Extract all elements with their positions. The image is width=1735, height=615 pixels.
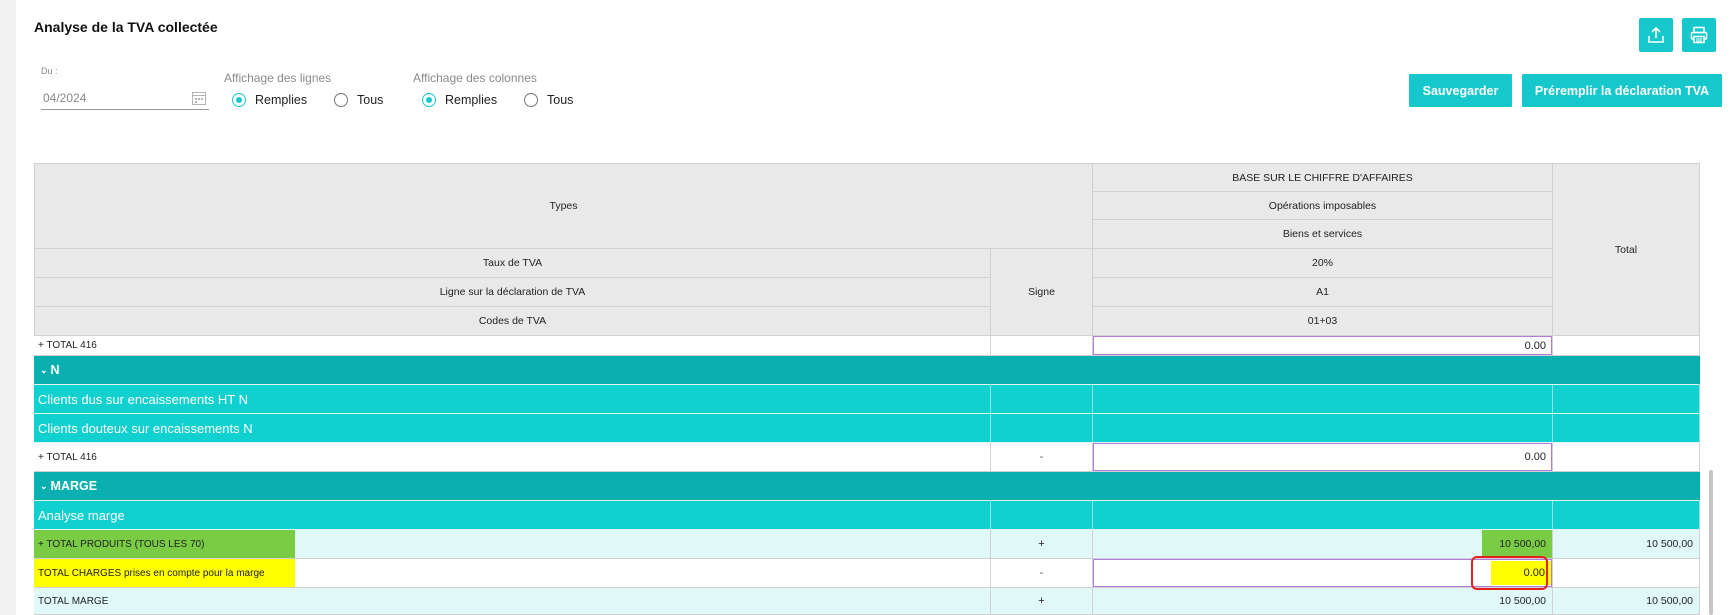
row-signe: - xyxy=(991,559,1093,588)
print-button[interactable] xyxy=(1682,18,1716,52)
radio-checked-icon xyxy=(232,93,246,107)
subsection-fill xyxy=(991,414,1093,443)
printer-icon xyxy=(1690,26,1708,44)
header-biens: Biens et services xyxy=(1093,220,1553,249)
focus-highlight-ring xyxy=(1471,556,1548,590)
subsection-clients-douteux: Clients douteux sur encaissements N xyxy=(34,414,991,443)
row-label-cell: TOTAL CHARGES prises en compte pour la m… xyxy=(34,559,991,588)
row-label: TOTAL CHARGES prises en compte pour la m… xyxy=(34,559,295,587)
section-label: MARGE xyxy=(50,479,98,493)
header-taux-label: Taux de TVA xyxy=(34,249,991,278)
prefill-vat-button[interactable]: Préremplir la déclaration TVA xyxy=(1522,74,1722,107)
row-total xyxy=(1553,336,1700,356)
calendar-icon[interactable] xyxy=(191,90,207,106)
header-signe: Signe xyxy=(991,249,1093,336)
radio-unchecked-icon xyxy=(524,93,538,107)
header-ligne-label: Ligne sur la déclaration de TVA xyxy=(34,278,991,307)
header-total: Total xyxy=(1553,163,1700,336)
columns-display-label: Affichage des colonnes xyxy=(413,71,537,85)
row-label: + TOTAL PRODUITS (TOUS LES 70) xyxy=(34,530,295,558)
upload-icon xyxy=(1648,26,1664,43)
vat-table: Types BASE SUR LE CHIFFRE D'AFFAIRES Opé… xyxy=(34,163,1700,615)
subsection-fill xyxy=(1553,414,1700,443)
section-n[interactable]: ⌄ N xyxy=(34,356,991,385)
section-fill xyxy=(991,472,1700,501)
header-operations: Opérations imposables xyxy=(1093,192,1553,220)
subsection-clients-dus: Clients dus sur encaissements HT N xyxy=(34,385,991,414)
row-label: + TOTAL 416 xyxy=(34,443,991,472)
date-label: Du : xyxy=(41,66,58,76)
radio-unchecked-icon xyxy=(334,93,348,107)
row-label: TOTAL MARGE xyxy=(34,588,991,615)
radio-label: Tous xyxy=(357,93,384,107)
lines-display-label: Affichage des lignes xyxy=(224,71,332,85)
subsection-fill xyxy=(1093,501,1553,530)
row-total xyxy=(1553,559,1700,588)
lines-radio-tous[interactable]: Tous xyxy=(334,93,383,107)
header-ligne-value: A1 xyxy=(1093,278,1553,307)
subsection-analyse-marge: Analyse marge xyxy=(34,501,991,530)
subsection-fill xyxy=(991,501,1093,530)
row-signe: + xyxy=(991,588,1093,615)
header-codes-label: Codes de TVA xyxy=(34,307,991,336)
export-button[interactable] xyxy=(1639,18,1673,52)
subsection-fill xyxy=(1093,414,1553,443)
row-value: 10 500,00 xyxy=(1482,530,1552,558)
page-title: Analyse de la TVA collectée xyxy=(34,19,218,35)
section-fill xyxy=(991,356,1700,385)
row-value: 10 500,00 xyxy=(1093,588,1553,615)
date-input[interactable] xyxy=(41,86,209,110)
header-taux-value: 20% xyxy=(1093,249,1553,278)
radio-checked-icon xyxy=(422,93,436,107)
radio-label: Tous xyxy=(547,93,574,107)
subsection-fill xyxy=(1093,385,1553,414)
save-button[interactable]: Sauvegarder xyxy=(1409,74,1512,107)
header-codes-value: 01+03 xyxy=(1093,307,1553,336)
lines-radio-remplies[interactable]: Remplies xyxy=(232,93,307,107)
row-signe: - xyxy=(991,443,1093,472)
header-base: BASE SUR LE CHIFFRE D'AFFAIRES xyxy=(1093,163,1553,192)
columns-radio-remplies[interactable]: Remplies xyxy=(422,93,497,107)
chevron-down-icon: ⌄ xyxy=(40,480,48,491)
row-value-input[interactable]: 0.00 xyxy=(1093,443,1553,472)
row-value-cell: 10 500,00 xyxy=(1093,530,1553,559)
subsection-fill xyxy=(991,385,1093,414)
subsection-fill xyxy=(1553,501,1700,530)
radio-label: Remplies xyxy=(255,93,308,107)
header-types: Types xyxy=(34,163,1093,249)
section-label: N xyxy=(50,363,60,377)
chevron-down-icon: ⌄ xyxy=(40,364,48,375)
row-label-cell: + TOTAL PRODUITS (TOUS LES 70) xyxy=(34,530,991,559)
row-value-input[interactable]: 0.00 xyxy=(1093,336,1553,356)
subsection-fill xyxy=(1553,385,1700,414)
row-total xyxy=(1553,443,1700,472)
columns-radio-tous[interactable]: Tous xyxy=(524,93,573,107)
row-total: 10 500,00 xyxy=(1553,588,1700,615)
radio-label: Remplies xyxy=(445,93,498,107)
row-total: 10 500,00 xyxy=(1553,530,1700,559)
row-label: + TOTAL 416 xyxy=(34,336,991,356)
row-signe: + xyxy=(991,530,1093,559)
row-signe xyxy=(991,336,1093,356)
section-marge[interactable]: ⌄ MARGE xyxy=(34,472,991,501)
vertical-scrollbar[interactable] xyxy=(1709,470,1713,615)
